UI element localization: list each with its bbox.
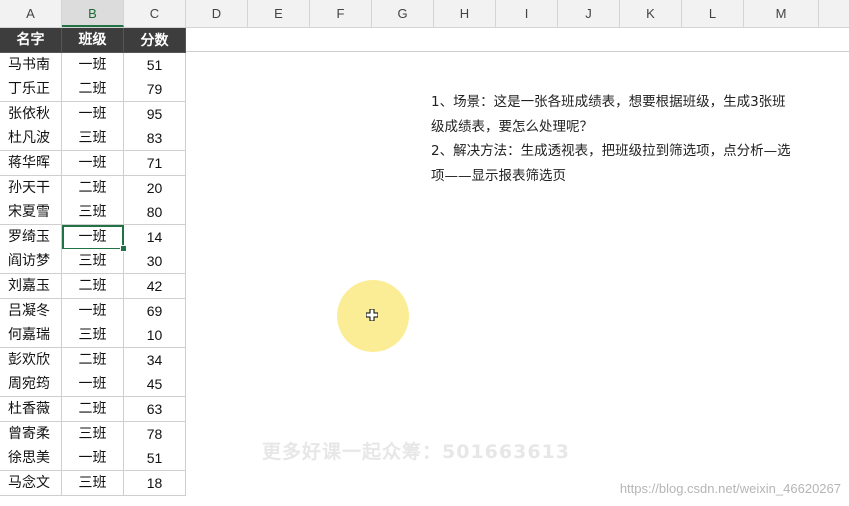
cell-score[interactable]: 80: [124, 200, 186, 226]
header-cell[interactable]: 分数: [124, 28, 186, 53]
cell-cls[interactable]: 一班: [62, 224, 124, 250]
row-divider: [186, 51, 849, 52]
column-header-e[interactable]: E: [248, 0, 310, 27]
cell-cls[interactable]: 三班: [62, 126, 124, 152]
cell-cls[interactable]: 二班: [62, 77, 124, 103]
cell-score[interactable]: 45: [124, 372, 186, 398]
column-header-d[interactable]: D: [186, 0, 248, 27]
cell-cls[interactable]: 一班: [62, 52, 124, 78]
cell-score[interactable]: 69: [124, 298, 186, 324]
cell-cls[interactable]: 一班: [62, 151, 124, 176]
cell-cls[interactable]: 三班: [62, 249, 124, 275]
cell-cls[interactable]: 一班: [62, 372, 124, 398]
column-header-k[interactable]: K: [620, 0, 682, 27]
column-header-j[interactable]: J: [558, 0, 620, 27]
cell-score[interactable]: 79: [124, 77, 186, 103]
cell-name[interactable]: 曾寄柔: [0, 421, 62, 447]
cell-cls[interactable]: 三班: [62, 200, 124, 226]
fill-handle[interactable]: [120, 245, 127, 253]
cell-name[interactable]: 周宛筠: [0, 372, 62, 398]
cell-name[interactable]: 宋夏雪: [0, 200, 62, 226]
cell-cls[interactable]: 二班: [62, 347, 124, 373]
cell-cls[interactable]: 三班: [62, 421, 124, 447]
cell-name[interactable]: 张依秋: [0, 101, 62, 127]
header-cell[interactable]: 班级: [62, 28, 124, 53]
header-cell[interactable]: 名字: [0, 28, 62, 53]
cell-score[interactable]: 78: [124, 421, 186, 447]
cell-name[interactable]: 彭欢欣: [0, 347, 62, 373]
cell-cls[interactable]: 一班: [62, 298, 124, 324]
cell-score[interactable]: 71: [124, 151, 186, 176]
instruction-text: 1、场景：这是一张各班成绩表，想要根据班级，生成3张班 级成绩表，要怎么处理呢？…: [431, 90, 841, 188]
cell-cls[interactable]: 三班: [62, 323, 124, 349]
column-header-m[interactable]: M: [744, 0, 819, 27]
cell-score[interactable]: 20: [124, 175, 186, 201]
column-header-c[interactable]: C: [124, 0, 186, 27]
cell-name[interactable]: 孙天干: [0, 175, 62, 201]
cell-score[interactable]: 14: [124, 224, 186, 250]
watermark-url: https://blog.csdn.net/weixin_46620267: [619, 481, 841, 496]
cell-name[interactable]: 马念文: [0, 470, 62, 496]
cell-name[interactable]: 罗绮玉: [0, 224, 62, 250]
column-header-f[interactable]: F: [310, 0, 372, 27]
cell-score[interactable]: 63: [124, 397, 186, 422]
cell-score[interactable]: 51: [124, 446, 186, 472]
cell-name[interactable]: 刘嘉玉: [0, 274, 62, 299]
cell-name[interactable]: 蒋华晖: [0, 151, 62, 176]
cell-score[interactable]: 95: [124, 101, 186, 127]
cell-name[interactable]: 阎访梦: [0, 249, 62, 275]
crosshair-cursor-icon: [366, 309, 378, 321]
cell-score[interactable]: 42: [124, 274, 186, 299]
cell-cls[interactable]: 三班: [62, 470, 124, 496]
column-header-bar: ABCDEFGHIJKLM: [0, 0, 849, 28]
cell-name[interactable]: 马书南: [0, 52, 62, 78]
column-header-l[interactable]: L: [682, 0, 744, 27]
column-header-a[interactable]: A: [0, 0, 62, 27]
column-header-h[interactable]: H: [434, 0, 496, 27]
cell-cls[interactable]: 二班: [62, 175, 124, 201]
cell-cls[interactable]: 二班: [62, 274, 124, 299]
watermark-center: 更多好课一起众筹：501663613: [262, 441, 570, 463]
cell-score[interactable]: 30: [124, 249, 186, 275]
cell-score[interactable]: 83: [124, 126, 186, 152]
column-header-g[interactable]: G: [372, 0, 434, 27]
cell-cls[interactable]: 一班: [62, 446, 124, 472]
cell-cls[interactable]: 一班: [62, 101, 124, 127]
column-header-i[interactable]: I: [496, 0, 558, 27]
cell-name[interactable]: 徐思美: [0, 446, 62, 472]
cell-score[interactable]: 18: [124, 470, 186, 496]
cell-name[interactable]: 丁乐正: [0, 77, 62, 103]
note-line-4: 项——显示报表筛选页: [431, 167, 566, 184]
cell-score[interactable]: 51: [124, 52, 186, 78]
cell-name[interactable]: 杜凡波: [0, 126, 62, 152]
note-line-3: 2、解决方法：生成透视表，把班级拉到筛选项，点分析—选: [431, 143, 791, 159]
cell-score[interactable]: 10: [124, 323, 186, 349]
cell-score[interactable]: 34: [124, 347, 186, 373]
note-line-2: 级成绩表，要怎么处理呢？: [431, 118, 593, 135]
note-line-1: 1、场景：这是一张各班成绩表，想要根据班级，生成3张班: [431, 94, 786, 110]
column-header-b[interactable]: B: [62, 0, 124, 27]
cell-cls[interactable]: 二班: [62, 397, 124, 422]
cell-name[interactable]: 杜香薇: [0, 397, 62, 422]
cell-name[interactable]: 吕凝冬: [0, 298, 62, 324]
cell-name[interactable]: 何嘉瑞: [0, 323, 62, 349]
